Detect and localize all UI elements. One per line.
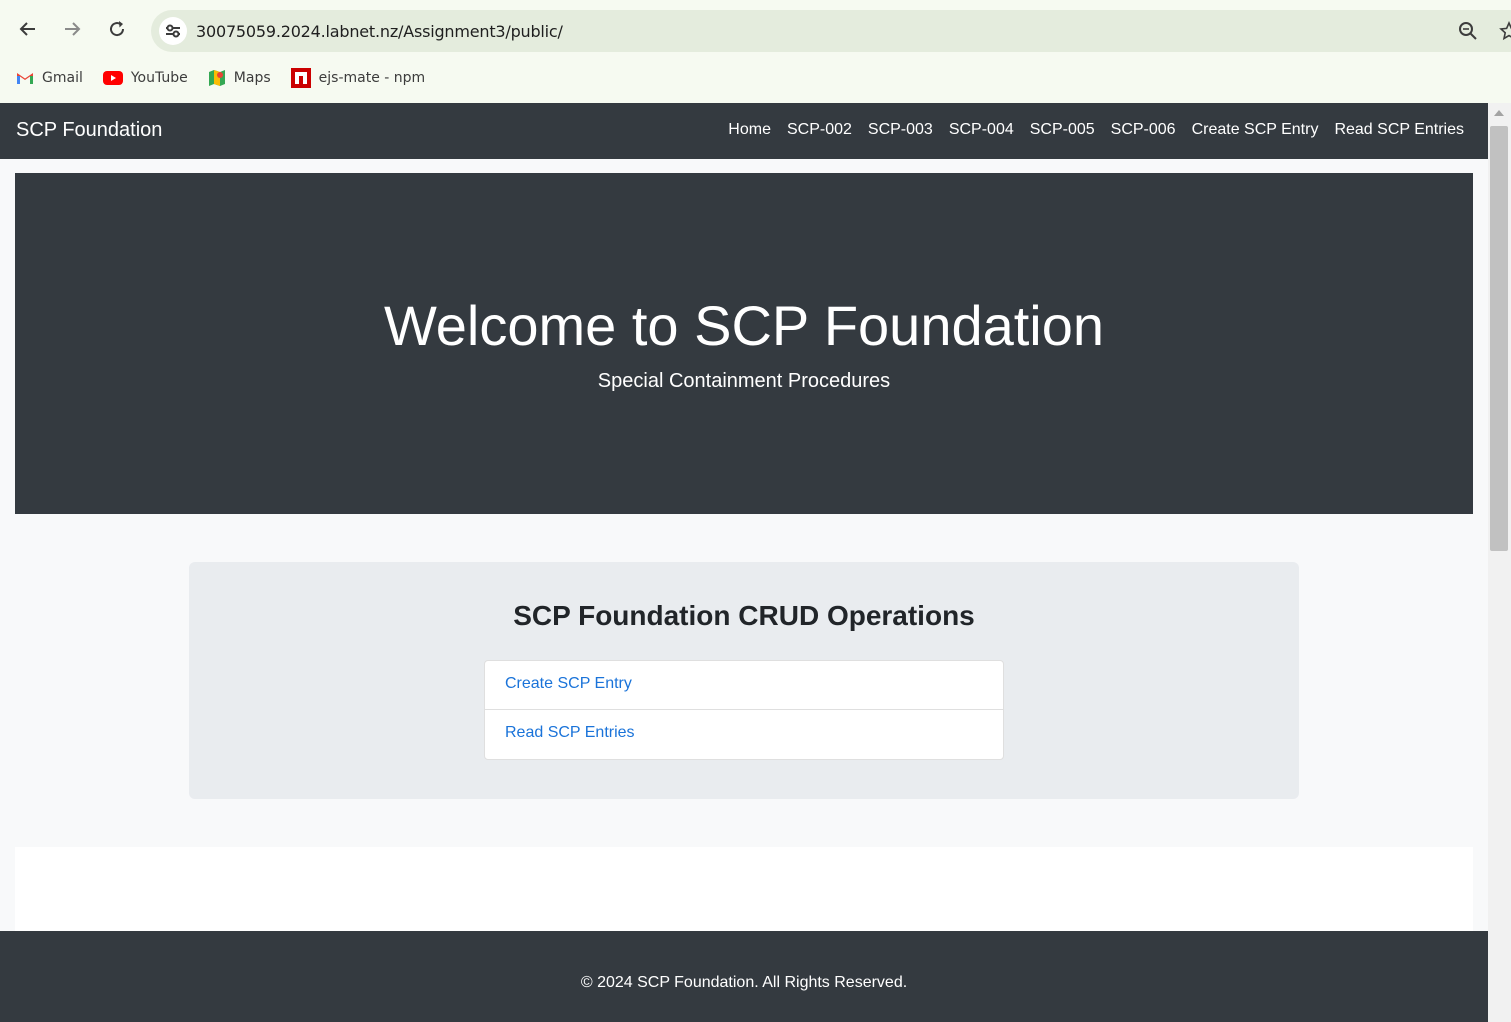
create-scp-entry-link[interactable]: Create SCP Entry <box>505 675 632 692</box>
back-arrow-icon <box>18 19 38 44</box>
nav-links: Home SCP-002 SCP-003 SCP-004 SCP-005 SCP… <box>712 121 1464 139</box>
site-footer: © 2024 SCP Foundation. All Rights Reserv… <box>0 931 1488 1022</box>
list-item: Read SCP Entries <box>485 710 1003 759</box>
page-viewport: SCP Foundation Home SCP-002 SCP-003 SCP-… <box>0 103 1488 1022</box>
url-text[interactable]: 30075059.2024.labnet.nz/Assignment3/publ… <box>196 22 563 41</box>
nav-link-scp-003[interactable]: SCP-003 <box>868 121 933 139</box>
nav-link-scp-002[interactable]: SCP-002 <box>787 121 852 139</box>
forward-arrow-icon <box>62 19 82 44</box>
nav-link-create-scp-entry[interactable]: Create SCP Entry <box>1192 121 1319 139</box>
bookmark-youtube[interactable]: YouTube <box>102 70 188 86</box>
brand-link[interactable]: SCP Foundation <box>16 119 162 142</box>
address-bar[interactable]: 30075059.2024.labnet.nz/Assignment3/publ… <box>151 10 1511 52</box>
bookmark-maps[interactable]: Maps <box>208 69 271 87</box>
content-section <box>15 847 1473 931</box>
youtube-icon <box>102 71 123 85</box>
hero-subtitle: Special Containment Procedures <box>597 370 891 392</box>
back-button[interactable] <box>13 16 43 46</box>
nav-link-scp-005[interactable]: SCP-005 <box>1030 121 1095 139</box>
hero-banner: Welcome to SCP Foundation Special Contai… <box>15 173 1473 514</box>
bookmarks-bar: Gmail YouTube Maps ejs-mate - npm <box>0 64 429 92</box>
site-navbar: SCP Foundation Home SCP-002 SCP-003 SCP-… <box>0 103 1488 159</box>
list-item: Create SCP Entry <box>485 661 1003 710</box>
hero-title: Welcome to SCP Foundation <box>383 294 1105 357</box>
nav-link-scp-004[interactable]: SCP-004 <box>949 121 1014 139</box>
bookmark-star-icon[interactable] <box>1499 21 1511 46</box>
npm-icon <box>290 68 311 88</box>
bookmark-ejs-mate[interactable]: ejs-mate - npm <box>290 68 425 88</box>
reload-icon <box>107 19 127 44</box>
bookmark-gmail[interactable]: Gmail <box>16 70 83 86</box>
crud-panel: SCP Foundation CRUD Operations Create SC… <box>189 562 1299 799</box>
maps-icon <box>208 69 226 87</box>
browser-chrome: 30075059.2024.labnet.nz/Assignment3/publ… <box>0 0 1511 103</box>
footer-text: © 2024 SCP Foundation. All Rights Reserv… <box>580 974 908 991</box>
reload-button[interactable] <box>102 16 132 46</box>
scroll-up-arrow-icon[interactable] <box>1494 110 1504 116</box>
read-scp-entries-link[interactable]: Read SCP Entries <box>505 724 635 741</box>
scrollbar-thumb[interactable] <box>1490 126 1508 551</box>
site-info-icon[interactable] <box>159 17 187 45</box>
forward-button[interactable] <box>57 16 87 46</box>
zoom-icon[interactable] <box>1458 21 1478 46</box>
nav-link-scp-006[interactable]: SCP-006 <box>1111 121 1176 139</box>
gmail-icon <box>16 71 34 85</box>
nav-link-read-scp-entries[interactable]: Read SCP Entries <box>1334 121 1464 139</box>
crud-list: Create SCP Entry Read SCP Entries <box>484 660 1004 760</box>
nav-link-home[interactable]: Home <box>728 121 771 139</box>
crud-heading: SCP Foundation CRUD Operations <box>513 600 975 631</box>
